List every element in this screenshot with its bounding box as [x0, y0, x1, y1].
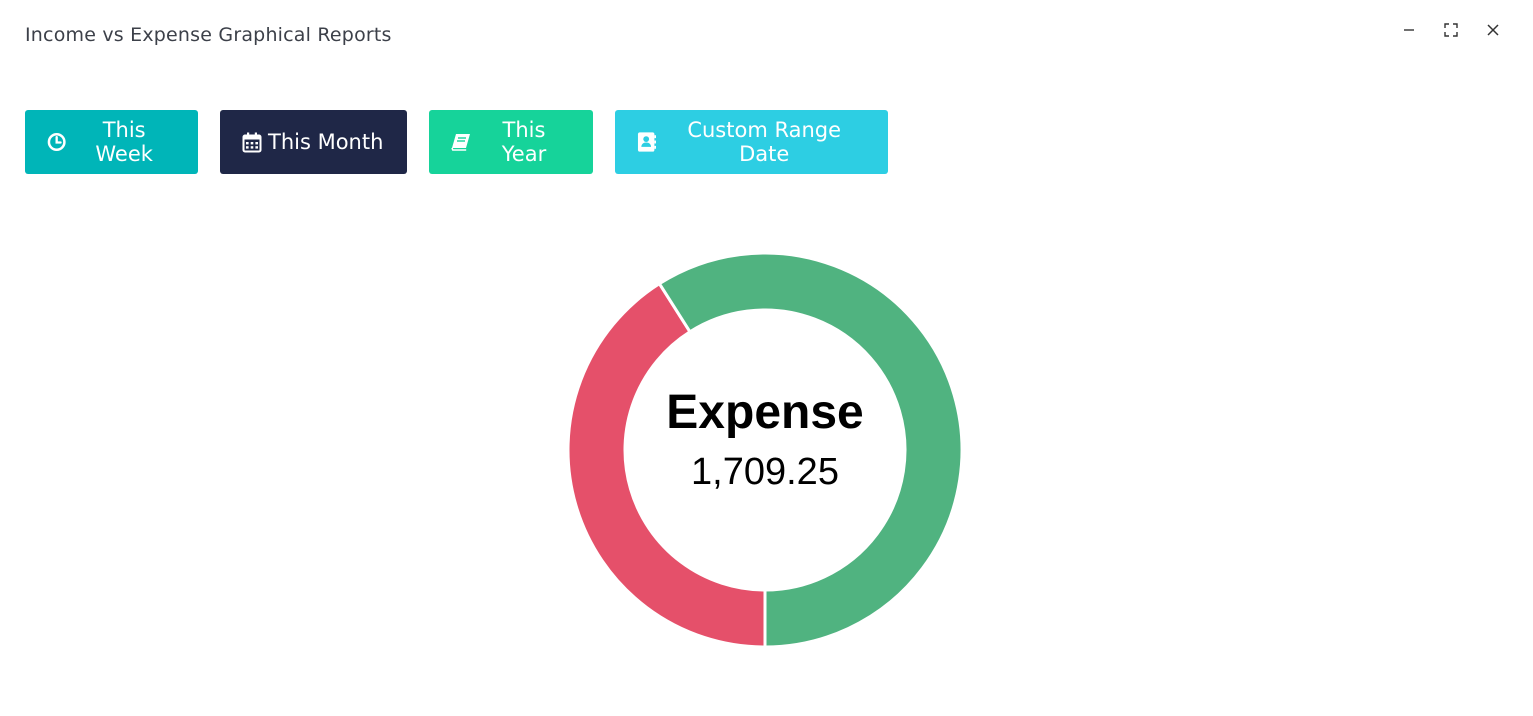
minimize-icon	[1404, 29, 1414, 31]
contact-book-icon	[637, 132, 657, 152]
chart-center-label: Expense	[666, 386, 864, 439]
chart-center-value: 1,709.25	[691, 451, 839, 493]
doughnut-svg	[566, 251, 964, 649]
maximize-button[interactable]	[1439, 18, 1463, 42]
this-year-label: This Year	[501, 118, 547, 166]
window-title: Income vs Expense Graphical Reports	[25, 24, 392, 46]
close-icon	[1487, 24, 1499, 36]
clock-icon	[47, 133, 66, 151]
custom-range-date-label: Custom Range Date	[687, 118, 842, 166]
calendar-icon	[242, 132, 262, 152]
income-expense-doughnut-chart: Expense 1,709.25	[560, 245, 970, 655]
this-month-label: This Month	[268, 130, 384, 154]
this-week-button[interactable]: This Week	[25, 110, 198, 174]
window-controls	[1397, 18, 1505, 42]
this-month-button[interactable]: This Month	[220, 110, 407, 174]
close-button[interactable]	[1481, 18, 1505, 42]
date-range-toolbar: This Week This Month This Year Custom Ra…	[25, 110, 888, 174]
book-icon	[451, 134, 470, 151]
this-week-label: This Week	[95, 118, 153, 166]
maximize-icon	[1444, 23, 1458, 37]
custom-range-date-button[interactable]: Custom Range Date	[615, 110, 888, 174]
this-year-button[interactable]: This Year	[429, 110, 593, 174]
minimize-button[interactable]	[1397, 18, 1421, 42]
